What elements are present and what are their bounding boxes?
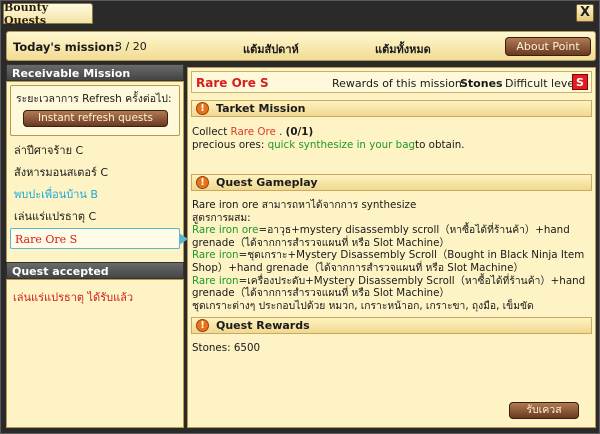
receivable-mission-list: ระยะเวลาการ Refresh ครั้งต่อไป: Instant …	[6, 81, 188, 264]
collect-progress: (0/1)	[285, 126, 314, 138]
quest-gameplay-bar: ! Quest Gameplay	[191, 174, 592, 191]
exclamation-icon: !	[196, 102, 209, 115]
recipe-2-text: =ชุดเกราะ+Mystery Disassembly Scroll（Bou…	[192, 249, 585, 274]
quest-rewards-title: Quest Rewards	[216, 319, 310, 332]
quest-rewards-text: Stones: 6500	[192, 342, 261, 354]
difficulty-badge: S	[572, 74, 588, 90]
todays-mission-label: Today's mission:	[13, 40, 119, 54]
accepted-quest-item[interactable]: เล่นแร่แปรธาตุ ได้รับแล้ว	[13, 288, 133, 306]
recipe-3-text: =เครื่องประดับ+Mystery Disassembly Scrol…	[192, 274, 586, 300]
quest-accepted-list: เล่นแร่แปรธาตุ ได้รับแล้ว	[6, 279, 184, 428]
quest-detail-header: Rare Ore S Rewards of this mission: Ston…	[191, 71, 592, 93]
quest-gameplay-title: Quest Gameplay	[216, 176, 318, 189]
collect-suffix: .	[275, 126, 286, 138]
gameplay-line-1: Rare iron ore สามารถหาได้จากการ synthesi…	[192, 199, 417, 211]
quest-accepted-header: Quest accepted	[6, 262, 184, 279]
mission-bar: Today's mission: 3 / 20 แต้มสัปดาห์ แต้ม…	[6, 31, 596, 61]
quest-gameplay-text: Rare iron ore สามารถหาได้จากการ synthesi…	[192, 199, 592, 312]
window-title-tab[interactable]: Bounty Quests	[3, 1, 93, 27]
receivable-mission-header: Receivable Mission	[6, 64, 184, 81]
quest-detail-panel: Rare Ore S Rewards of this mission: Ston…	[187, 67, 596, 428]
left-panel: Receivable Mission ระยะเวลาการ Refresh ค…	[6, 64, 188, 428]
refresh-box: ระยะเวลาการ Refresh ครั้งต่อไป: Instant …	[10, 85, 180, 136]
quest-name: Rare Ore S	[196, 76, 269, 90]
quest-list-item[interactable]: พบปะเพื่อนบ้าน B	[10, 184, 180, 205]
gameplay-line-2: สูตรการผสม:	[192, 211, 251, 224]
quest-accepted-section: Quest accepted เล่นแร่แปรธาตุ ได้รับแล้ว	[6, 262, 184, 428]
quest-list-item[interactable]: เล่นแร่แปรธาตุ C	[10, 206, 180, 227]
refresh-timer-text: ระยะเวลาการ Refresh ครั้งต่อไป:	[16, 93, 172, 105]
recipe-2-item: Rare iron	[192, 249, 239, 262]
quest-rewards-bar: ! Quest Rewards	[191, 317, 592, 334]
ores-suffix: to obtain.	[415, 138, 465, 151]
quest-list-item[interactable]: สังหารมอนสเตอร์ C	[10, 162, 180, 183]
instant-refresh-button[interactable]: Instant refresh quests	[23, 110, 168, 127]
recipe-3: Rare iron=เครื่องประดับ+Mystery Disassem…	[192, 275, 592, 300]
target-mission-bar: ! Tarket Mission	[191, 100, 592, 117]
rewards-value: Stones	[460, 77, 503, 90]
accept-quest-button[interactable]: รับเควส	[509, 402, 579, 419]
recipe-1: Rare iron ore=อาวุธ+mystery disassembly …	[192, 224, 592, 249]
exclamation-icon: !	[196, 176, 209, 189]
ores-prefix: precious ores:	[192, 138, 268, 151]
rewards-label: Rewards of this mission:	[332, 77, 466, 90]
quest-list-item[interactable]: Rare Ore S	[10, 228, 188, 249]
exclamation-icon: !	[196, 319, 209, 332]
difficulty-label: Difficult level:	[505, 77, 581, 90]
gameplay-line-last: ชุดเกราะต่างๆ ประกอบไปด้วย หมวก, เกราะหน…	[192, 299, 534, 312]
recipe-2: Rare iron=ชุดเกราะ+Mystery Disassembly S…	[192, 249, 592, 274]
synthesize-link[interactable]: quick synthesize in your bag	[268, 139, 415, 151]
collect-item: Rare Ore	[230, 126, 276, 138]
collect-prefix: Collect	[192, 126, 231, 138]
close-button[interactable]: X	[576, 4, 594, 22]
total-points-label: แต้มทั้งหมด	[375, 43, 431, 56]
receivable-mission-section: Receivable Mission ระยะเวลาการ Refresh ค…	[6, 64, 188, 264]
target-mission-text: Collect Rare Ore . (0/1) precious ores: …	[192, 126, 592, 151]
about-point-button[interactable]: About Point	[505, 37, 591, 56]
recipe-1-item: Rare iron ore	[192, 224, 259, 237]
bounty-quests-window: Bounty Quests X Today's mission: 3 / 20 …	[0, 0, 600, 434]
target-mission-title: Tarket Mission	[216, 102, 306, 115]
mission-count: 3 / 20	[115, 40, 147, 53]
recipe-3-item: Rare iron	[192, 274, 239, 287]
quest-list-item[interactable]: ล่าปีศาจร้าย C	[10, 140, 180, 161]
weekly-points-label: แต้มสัปดาห์	[243, 43, 299, 56]
